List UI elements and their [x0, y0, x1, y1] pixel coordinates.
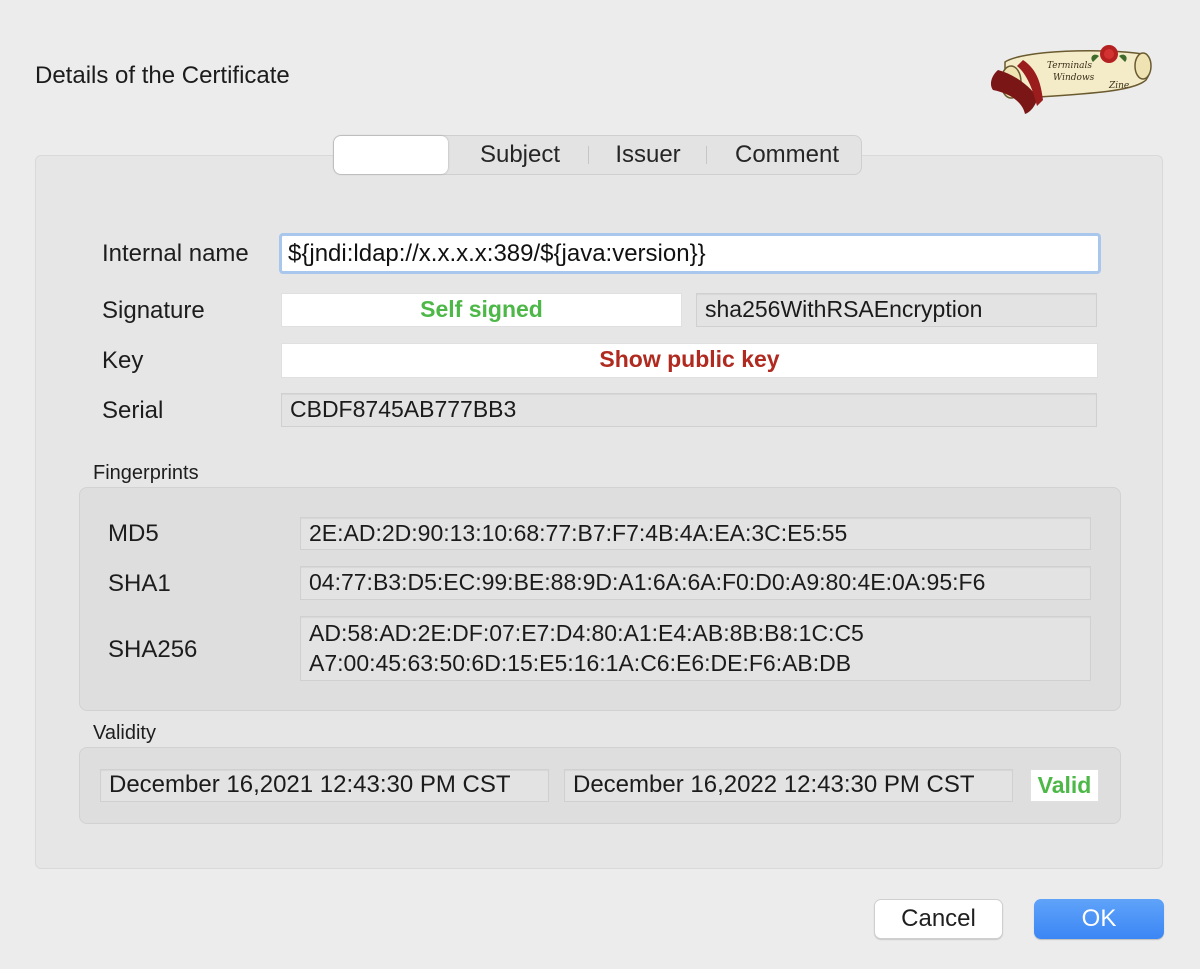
key-label: Key: [102, 347, 144, 374]
sha256-field: AD:58:AD:2E:DF:07:E7:D4:80:A1:E4:AB:8B:B…: [300, 616, 1091, 681]
valid-until-field: December 16,2022 12:43:30 PM CST: [564, 769, 1013, 802]
scroll-logo-icon: Terminals Windows Zine: [983, 40, 1155, 115]
internal-name-label: Internal name: [102, 240, 249, 267]
logo-line2-text: Windows: [1053, 73, 1095, 83]
tab-issuer[interactable]: Issuer: [596, 140, 700, 170]
tab-comment[interactable]: Comment: [714, 140, 860, 170]
valid-from-field: December 16,2021 12:43:30 PM CST: [100, 769, 549, 802]
sha256-line1: AD:58:AD:2E:DF:07:E7:D4:80:A1:E4:AB:8B:B…: [309, 620, 864, 646]
validity-status-badge: Valid: [1030, 769, 1099, 802]
ok-button[interactable]: OK: [1034, 899, 1164, 939]
tab-separator: [588, 146, 589, 164]
cancel-button[interactable]: Cancel: [874, 899, 1003, 939]
sha256-line2: A7:00:45:63:50:6D:15:E5:16:1A:C6:E6:DE:F…: [309, 650, 852, 676]
show-public-key-button[interactable]: Show public key: [281, 343, 1098, 378]
tab-details[interactable]: [334, 136, 448, 174]
serial-label: Serial: [102, 397, 164, 424]
logo-line3-text: Zine: [1108, 81, 1129, 91]
fingerprints-title: Fingerprints: [93, 462, 199, 484]
md5-field: 2E:AD:2D:90:13:10:68:77:B7:F7:4B:4A:EA:3…: [300, 517, 1091, 550]
signature-status: Self signed: [281, 293, 682, 327]
serial-field: CBDF8745AB777BB3: [281, 393, 1097, 427]
md5-label: MD5: [108, 520, 159, 547]
validity-title: Validity: [93, 722, 156, 744]
tab-separator: [706, 146, 707, 164]
tab-subject[interactable]: Subject: [458, 140, 582, 170]
signature-algorithm-field: sha256WithRSAEncryption: [696, 293, 1097, 327]
logo-line1-text: Terminals: [1047, 61, 1092, 71]
internal-name-input[interactable]: [279, 233, 1101, 274]
sha1-label: SHA1: [108, 570, 171, 597]
signature-label: Signature: [102, 297, 205, 324]
dialog-title: Details of the Certificate: [35, 62, 290, 89]
sha256-label: SHA256: [108, 636, 198, 663]
sha1-field: 04:77:B3:D5:EC:99:BE:88:9D:A1:6A:6A:F0:D…: [300, 566, 1091, 600]
